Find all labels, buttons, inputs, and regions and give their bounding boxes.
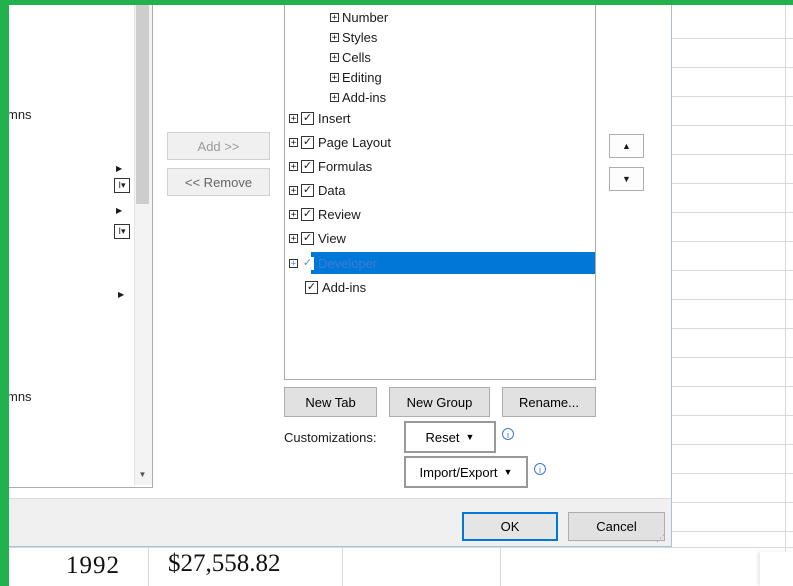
new-group-label: New Group — [406, 394, 473, 410]
customize-ribbon-dialog: mns mns ▶ I▾ ▶ I▾ ▶ ▼ Add >> << Remove +… — [0, 0, 672, 547]
tree-tab-data[interactable]: + ✓ Data — [289, 179, 345, 201]
remove-button-label: << Remove — [184, 174, 253, 190]
move-up-button[interactable]: ▲ — [609, 134, 644, 158]
checkbox-checked-icon[interactable]: ✓ — [301, 207, 314, 221]
expand-icon[interactable]: + — [289, 113, 298, 123]
expand-icon[interactable]: + — [289, 137, 298, 147]
expand-icon[interactable]: + — [330, 92, 339, 102]
expand-icon[interactable]: + — [330, 12, 339, 22]
tree-label: Review — [318, 206, 361, 222]
tree-tab-developer[interactable]: + ✓ Developer — [289, 252, 377, 274]
checkbox-checked-icon[interactable]: ✓ — [301, 111, 314, 125]
footer-separator — [0, 498, 671, 499]
dropdown-control-icon: I▾ — [114, 178, 130, 193]
checkbox-checked-icon[interactable]: ✓ — [301, 183, 314, 197]
expand-icon[interactable]: + — [289, 233, 298, 243]
scroll-down-icon[interactable]: ▼ — [136, 467, 149, 483]
tree-tab-add-ins[interactable]: ✓ Add-ins — [305, 276, 366, 298]
tree-label: Add-ins — [322, 279, 367, 295]
checkbox-checked-icon[interactable]: ✓ — [305, 280, 318, 294]
commands-list[interactable]: mns mns ▶ I▾ ▶ I▾ ▶ ▼ — [0, 0, 153, 488]
submenu-arrow-icon: ▶ — [116, 164, 123, 173]
tree-tab-formulas[interactable]: + ✓ Formulas — [289, 155, 372, 177]
cell-year[interactable]: 1992 — [66, 552, 120, 580]
move-down-button[interactable]: ▼ — [609, 167, 644, 191]
ok-button[interactable]: OK — [462, 512, 558, 541]
tree-label: Add-ins — [342, 89, 387, 105]
list-item[interactable]: mns — [7, 107, 32, 122]
new-tab-button[interactable]: New Tab — [284, 387, 377, 417]
checkbox-checked-icon[interactable]: ✓ — [301, 256, 314, 270]
expand-icon[interactable]: + — [289, 209, 298, 219]
cancel-label: Cancel — [596, 519, 637, 534]
tree-label: Developer — [318, 255, 378, 271]
tree-tab-review[interactable]: + ✓ Review — [289, 203, 361, 225]
dropdown-arrow-icon: ▼ — [465, 432, 475, 442]
expand-icon[interactable]: + — [330, 32, 339, 42]
tree-subgroup[interactable]: + Number — [330, 7, 388, 27]
tree-label: Formulas — [318, 158, 373, 174]
remove-button[interactable]: << Remove — [167, 168, 270, 196]
cell-amount[interactable]: $27,558.82 — [168, 550, 281, 578]
tree-label: Styles — [342, 29, 378, 45]
expand-icon[interactable]: + — [330, 52, 339, 62]
reset-button[interactable]: Reset ▼ — [404, 421, 496, 453]
tree-subgroup[interactable]: + Add-ins — [330, 87, 386, 107]
info-icon[interactable]: i — [534, 463, 546, 475]
tree-tab-page-layout[interactable]: + ✓ Page Layout — [289, 131, 391, 153]
resize-grip-icon[interactable]: ⋰ — [656, 533, 668, 545]
expand-icon[interactable]: + — [289, 161, 298, 171]
tree-label: Insert — [318, 110, 351, 126]
tree-subgroup[interactable]: + Cells — [330, 47, 371, 67]
tree-label: Data — [318, 182, 346, 198]
checkbox-checked-icon[interactable]: ✓ — [301, 231, 314, 245]
highlight-frame-top — [0, 0, 793, 5]
add-button-label: Add >> — [197, 138, 240, 154]
expand-icon[interactable]: + — [330, 72, 339, 82]
tree-label: Number — [342, 9, 389, 25]
submenu-arrow-icon: ▶ — [116, 206, 123, 215]
new-group-button[interactable]: New Group — [389, 387, 490, 417]
submenu-arrow-icon: ▶ — [118, 290, 125, 299]
checkbox-checked-icon[interactable]: ✓ — [301, 159, 314, 173]
tree-tab-view[interactable]: + ✓ View — [289, 227, 346, 249]
scrollbar-thumb[interactable] — [136, 0, 149, 204]
dropdown-control-icon: I▾ — [114, 224, 130, 239]
tree-subgroup[interactable]: + Editing — [330, 67, 382, 87]
ribbon-tabs-tree[interactable]: + Number + Styles + Cells + Editing + Add-ins… — [284, 0, 596, 380]
import-export-label: Import/Export — [419, 464, 498, 480]
tree-label: Cells — [342, 49, 371, 65]
checkbox-checked-icon[interactable]: ✓ — [301, 135, 314, 149]
tree-label: View — [318, 230, 346, 246]
dropdown-arrow-icon: ▼ — [503, 467, 513, 477]
add-button[interactable]: Add >> — [167, 132, 270, 160]
new-tab-label: New Tab — [305, 394, 356, 410]
customizations-label: Customizations: — [284, 430, 377, 445]
triangle-up-icon: ▲ — [622, 141, 631, 151]
rename-label: Rename... — [519, 394, 579, 410]
triangle-down-icon: ▼ — [622, 174, 631, 184]
info-icon[interactable]: i — [502, 428, 514, 440]
tree-label: Page Layout — [318, 134, 392, 150]
tree-subgroup[interactable]: + Styles — [330, 27, 377, 47]
import-export-button[interactable]: Import/Export ▼ — [404, 456, 528, 488]
rename-button[interactable]: Rename... — [502, 387, 596, 417]
expand-icon[interactable]: + — [289, 258, 298, 268]
tree-tab-insert[interactable]: + ✓ Insert — [289, 107, 351, 129]
ok-label: OK — [500, 519, 520, 534]
expand-icon[interactable]: + — [289, 185, 298, 195]
highlight-frame-left — [0, 0, 9, 586]
cancel-button[interactable]: Cancel — [568, 512, 665, 541]
reset-label: Reset — [425, 429, 460, 445]
tree-label: Editing — [342, 69, 382, 85]
list-item[interactable]: mns — [7, 389, 32, 404]
